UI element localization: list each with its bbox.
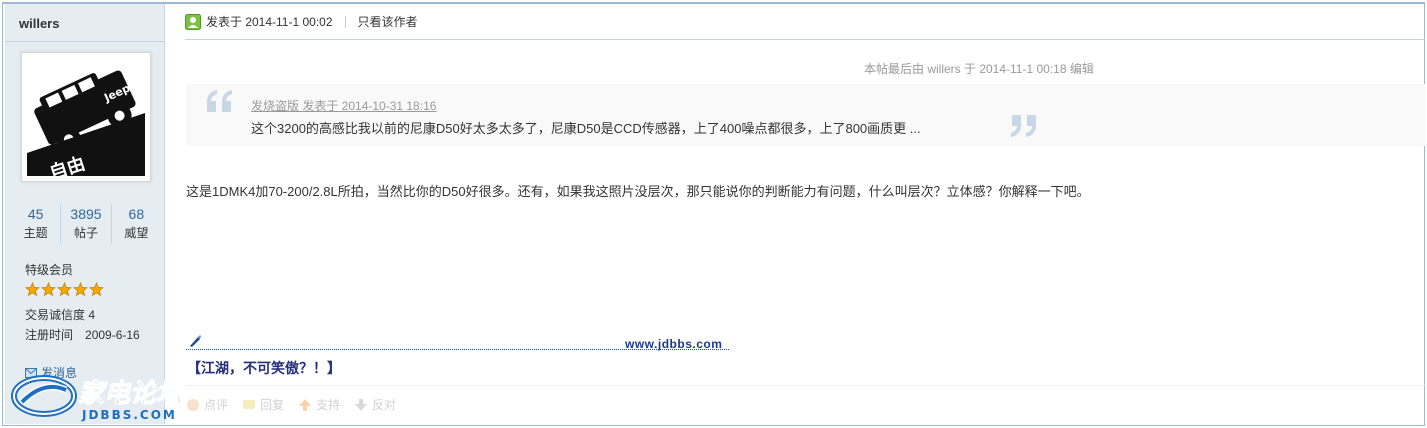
reply-button[interactable]: 回复 <box>242 396 284 413</box>
only-author-link[interactable]: 只看该作者 <box>358 13 418 30</box>
signature-url[interactable]: www.jdbbs.com <box>625 337 722 351</box>
avatar-jeep-image: Jeep 自由 <box>27 58 145 184</box>
register-date-label: 注册时间 <box>25 328 74 342</box>
register-date-value: 2009-6-16 <box>85 328 140 342</box>
stat-prestige[interactable]: 68 威望 <box>112 204 161 244</box>
footer-divider <box>186 385 1425 386</box>
online-author-icon <box>185 13 201 30</box>
author-username[interactable]: willers <box>19 16 59 31</box>
oppose-label: 反对 <box>372 398 397 412</box>
post-time: 发表于 2014-11-1 00:02 <box>206 15 333 29</box>
trade-credit: 交易诚信度 4 <box>25 308 96 322</box>
post-header: 发表于 2014-11-1 00:02 只看该作者 <box>185 13 418 30</box>
signature-motto: 【江湖，不可笑傲？！】 <box>187 360 341 376</box>
quote-text: 这个3200的高感比我以前的尼康D50好太多太多了，尼康D50是CCD传感器，上… <box>251 121 921 136</box>
pen-icon <box>190 335 201 347</box>
author-sidebar: willers Jeep 自由 45 主题 3895 帖子 68 威望 特级会员… <box>5 4 165 424</box>
stat-threads-label: 主题 <box>23 226 48 240</box>
star-icon <box>89 282 104 297</box>
watermark-title: 家电论坛 <box>78 379 185 409</box>
stat-posts[interactable]: 3895 帖子 <box>61 204 112 244</box>
thumbs-up-icon <box>299 398 312 411</box>
header-divider <box>185 39 1425 40</box>
stat-threads-value: 45 <box>27 206 44 222</box>
stat-prestige-label: 威望 <box>124 226 149 240</box>
star-icon <box>25 282 40 297</box>
quote-open-icon <box>207 90 232 112</box>
oppose-button[interactable]: 反对 <box>354 396 396 413</box>
author-stats: 45 主题 3895 帖子 68 威望 <box>11 204 161 244</box>
quote-close-icon <box>1011 115 1036 137</box>
header-separator <box>344 15 346 28</box>
stat-prestige-value: 68 <box>128 206 145 222</box>
post-body: 这是1DMK4加70-200/2.8L所拍，当然比你的D50好很多。还有，如果我… <box>186 184 1090 199</box>
thumbs-down-icon <box>355 398 368 411</box>
support-label: 支持 <box>316 398 341 412</box>
stat-posts-value: 3895 <box>70 206 102 222</box>
reply-icon <box>243 399 256 409</box>
star-icon <box>41 282 56 297</box>
reply-label: 回复 <box>260 398 285 412</box>
star-icon <box>73 282 88 297</box>
stat-posts-label: 帖子 <box>73 226 98 240</box>
jdbbs-watermark-logo: 家电论坛 JDBBS.COM <box>11 375 186 422</box>
edit-note: 本帖最后由 willers 于 2014-11-1 00:18 编辑 <box>864 62 1094 76</box>
member-rank[interactable]: 特级会员 <box>25 261 73 278</box>
rank-stars <box>25 282 104 297</box>
register-date: 注册时间 2009-6-16 <box>25 326 140 343</box>
star-icon <box>57 282 72 297</box>
support-button[interactable]: 支持 <box>298 396 340 413</box>
watermark-domain: JDBBS.COM <box>81 408 177 422</box>
stat-threads[interactable]: 45 主题 <box>11 204 62 244</box>
sidebar-divider <box>5 41 165 42</box>
post-actions: 点评 回复 支持 反对 <box>186 396 396 413</box>
avatar[interactable]: Jeep 自由 <box>21 52 151 184</box>
quote-author-link[interactable]: 发烧盗版 发表于 2014-10-31 18:16 <box>251 97 436 114</box>
